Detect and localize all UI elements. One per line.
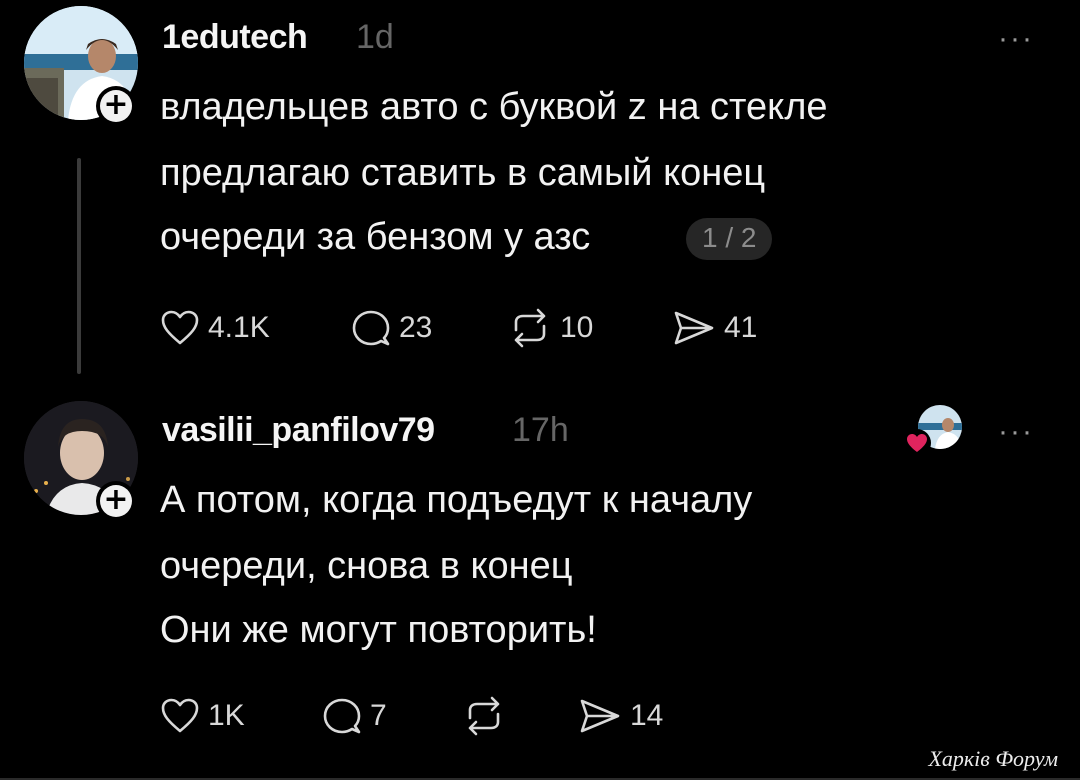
- post-text-line: владельцев авто с буквой z на стекле: [160, 86, 828, 128]
- page-indicator: 1 / 2: [686, 218, 773, 260]
- like-count: 4.1K: [208, 311, 270, 344]
- repost-arrows-icon: [468, 696, 500, 736]
- repost-button[interactable]: 10: [508, 308, 593, 348]
- like-button[interactable]: 1K: [160, 697, 245, 735]
- more-dots-icon[interactable]: ···: [998, 22, 1034, 56]
- watermark-text: Харків Форум: [928, 746, 1058, 771]
- post-text-line: очереди, снова в конец: [160, 545, 573, 587]
- reply-button[interactable]: 7: [322, 696, 387, 736]
- heart-icon: [161, 310, 199, 345]
- thread-line: [77, 158, 81, 374]
- share-count: 14: [630, 699, 664, 732]
- reply-count: 7: [370, 699, 387, 732]
- repost-arrows-icon: [514, 308, 546, 348]
- post-time: 1d: [356, 18, 394, 56]
- like-count: 1K: [208, 699, 245, 732]
- share-button[interactable]: 14: [578, 696, 663, 736]
- username-vasilii-panfilov79[interactable]: vasilii_panfilov79: [162, 411, 435, 450]
- speech-bubble-icon: [352, 310, 390, 346]
- follow-button-vasilii-panfilov79[interactable]: +: [96, 481, 136, 521]
- share-button[interactable]: 41: [672, 308, 757, 348]
- repost-count: 10: [560, 311, 594, 344]
- send-icon: [580, 699, 620, 733]
- reply-count: 23: [399, 311, 433, 344]
- post-text-line: очереди за бензом у азс: [160, 216, 591, 258]
- send-icon: [674, 311, 714, 345]
- post-text-line: Они же могут повторить!: [160, 609, 597, 651]
- plus-icon: +: [100, 90, 132, 122]
- speech-bubble-icon: [323, 698, 361, 734]
- username-1edutech[interactable]: 1edutech: [162, 18, 308, 57]
- post-time: 17h: [512, 411, 569, 449]
- post-text-line: А потом, когда подъедут к началу: [160, 479, 753, 521]
- plus-icon: +: [100, 485, 132, 517]
- follow-button-1edutech[interactable]: +: [96, 86, 136, 126]
- like-button[interactable]: 4.1K: [160, 309, 270, 347]
- post-1edutech: + 1edutech 1d ··· владельцев авто с букв…: [0, 0, 1080, 395]
- reply-button[interactable]: 23: [351, 308, 432, 348]
- post-text-line: предлагаю ставить в самый конец: [160, 152, 766, 194]
- heart-badge-icon: [903, 429, 931, 457]
- post-vasilii-panfilov79: + vasilii_panfilov79 17h ··· А потом, ко…: [0, 395, 1080, 780]
- share-count: 41: [724, 311, 758, 344]
- more-dots-icon[interactable]: ···: [998, 415, 1034, 449]
- liked-by-author-badge: [902, 405, 964, 457]
- repost-button[interactable]: [462, 696, 514, 736]
- heart-icon: [161, 698, 199, 733]
